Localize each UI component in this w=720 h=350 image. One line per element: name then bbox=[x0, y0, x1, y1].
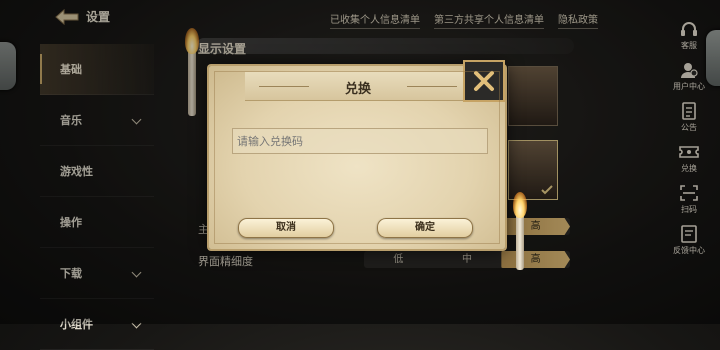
confirm-button[interactable]: 确定 bbox=[377, 218, 473, 238]
close-icon bbox=[474, 71, 494, 91]
cancel-button[interactable]: 取消 bbox=[238, 218, 334, 238]
ornament-right bbox=[407, 86, 457, 87]
close-button[interactable] bbox=[463, 60, 505, 102]
torch-right bbox=[516, 212, 524, 270]
redeem-code-input[interactable] bbox=[232, 128, 488, 154]
redeem-dialog: 兑换 取消 确定 bbox=[209, 60, 505, 249]
flame-icon bbox=[513, 192, 527, 218]
dialog-header: 兑换 bbox=[245, 72, 471, 101]
dialog-title: 兑换 bbox=[344, 82, 371, 97]
